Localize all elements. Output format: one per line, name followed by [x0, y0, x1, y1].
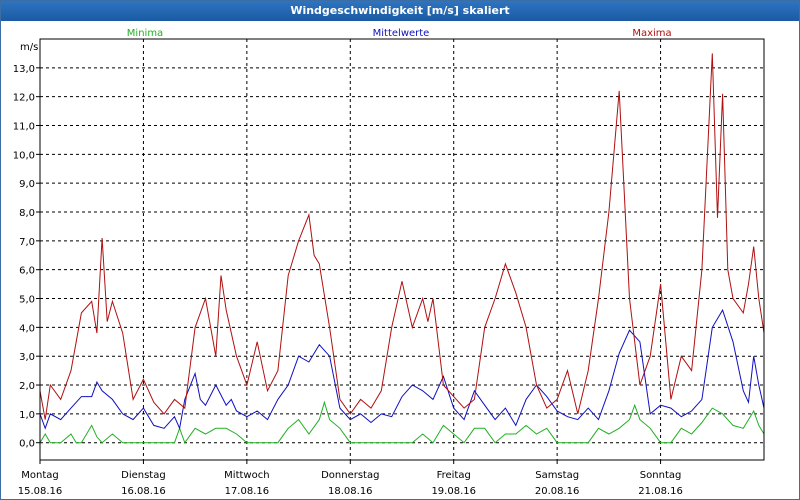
x-tick-date: 15.08.16	[18, 486, 63, 497]
y-tick-label: 3,0	[19, 352, 35, 363]
y-tick-label: 13,0	[13, 64, 35, 75]
legend-maxima: Maxima	[632, 28, 671, 39]
x-tick-day: Mittwoch	[224, 470, 269, 481]
y-tick-label: 9,0	[19, 179, 35, 190]
x-tick-day: Samstag	[535, 470, 579, 481]
legend-minima: Minima	[127, 28, 163, 39]
series-lines	[39, 53, 765, 444]
y-tick-label: 11,0	[13, 122, 35, 133]
y-tick-label: 0,0	[19, 439, 35, 450]
x-tick-day: Montag	[21, 470, 58, 481]
x-tick-date: 16.08.16	[121, 486, 166, 497]
series-line-minima	[39, 400, 765, 444]
y-tick-label: 4,0	[19, 323, 35, 334]
y-tick-label: 2,0	[19, 381, 35, 392]
y-tick-label: 7,0	[19, 237, 35, 248]
y-tick-label: 8,0	[19, 208, 35, 219]
y-tick-label: 5,0	[19, 295, 35, 306]
y-tick-label: 10,0	[13, 150, 35, 161]
x-tick-day: Freitag	[437, 470, 471, 481]
wind-speed-chart: m/s Minima Mittelwerte Maxima 0,0 1,0 2,0 3…	[13, 28, 765, 497]
x-tick-date: 18.08.16	[328, 486, 373, 497]
x-tick-date: 19.08.16	[431, 486, 476, 497]
x-tick-date: 17.08.16	[225, 486, 270, 497]
series-line-maxima	[39, 53, 765, 420]
x-tick-day: Sonntag	[640, 470, 682, 481]
x-tick-day: Dienstag	[121, 470, 166, 481]
y-axis-label: m/s	[20, 42, 38, 53]
legend-mittelwerte: Mittelwerte	[373, 28, 430, 39]
x-tick-day: Donnerstag	[321, 470, 379, 481]
y-tick-label: 1,0	[19, 410, 35, 421]
y-tick-label: 6,0	[19, 266, 35, 277]
x-tick-date: 20.08.16	[535, 486, 580, 497]
y-tick-label: 12,0	[13, 93, 35, 104]
x-tick-date: 21.08.16	[638, 486, 683, 497]
ticks: 0,0 1,0 2,0 3,0 4,0 5,0 6,0 7,0 8,0 9,0 10,0 11,0 12…	[13, 64, 683, 497]
